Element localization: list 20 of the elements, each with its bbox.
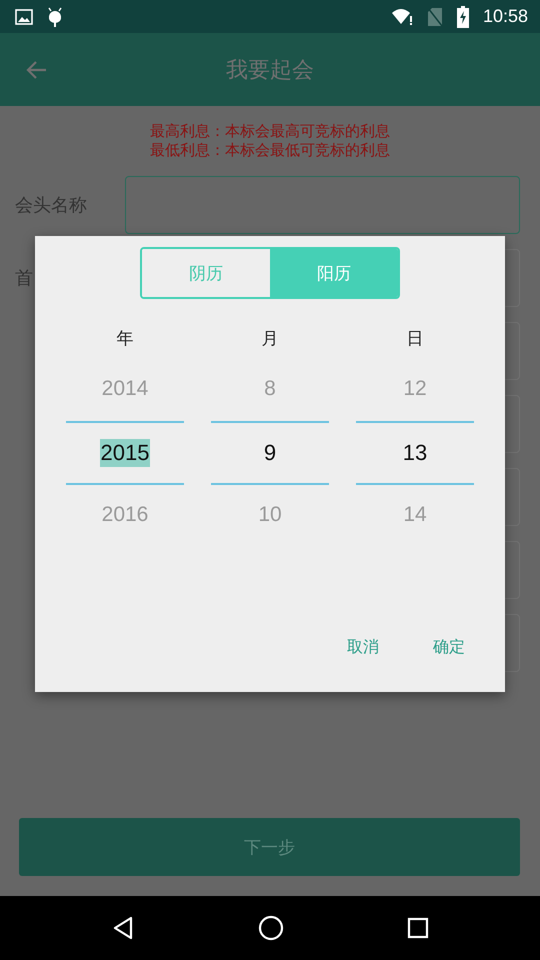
notice-text: 最低利息：本标会最低可竞标的利息 bbox=[150, 141, 390, 160]
screen-title: 我要起会 bbox=[226, 56, 314, 84]
picker-option[interactable]: 14 bbox=[403, 503, 427, 529]
column-header: 月 bbox=[262, 328, 278, 351]
next-button[interactable]: 下一步 bbox=[19, 818, 520, 876]
column-header: 年 bbox=[116, 328, 134, 351]
notice-text: 最高利息：本标会最高可竞标的利息 bbox=[150, 122, 390, 141]
picker-selected-value[interactable]: 9 bbox=[211, 421, 329, 485]
dialog-button[interactable]: 确定 bbox=[413, 631, 485, 664]
picker-option[interactable]: 2016 bbox=[102, 503, 148, 529]
picker-option[interactable]: 12 bbox=[403, 377, 427, 403]
column-header: 日 bbox=[406, 328, 424, 351]
clock: 10:58 bbox=[482, 6, 528, 27]
calendar-tab[interactable]: 阳历 bbox=[270, 249, 398, 297]
picker-option[interactable]: 8 bbox=[264, 377, 276, 403]
picker-selected-value[interactable]: 13 bbox=[356, 421, 474, 485]
picker-selected-value[interactable]: 2015 bbox=[66, 421, 184, 485]
picker-option[interactable]: 10 bbox=[258, 503, 282, 529]
picker-option[interactable]: 2014 bbox=[102, 377, 148, 403]
dialog-button[interactable]: 取消 bbox=[327, 631, 399, 664]
